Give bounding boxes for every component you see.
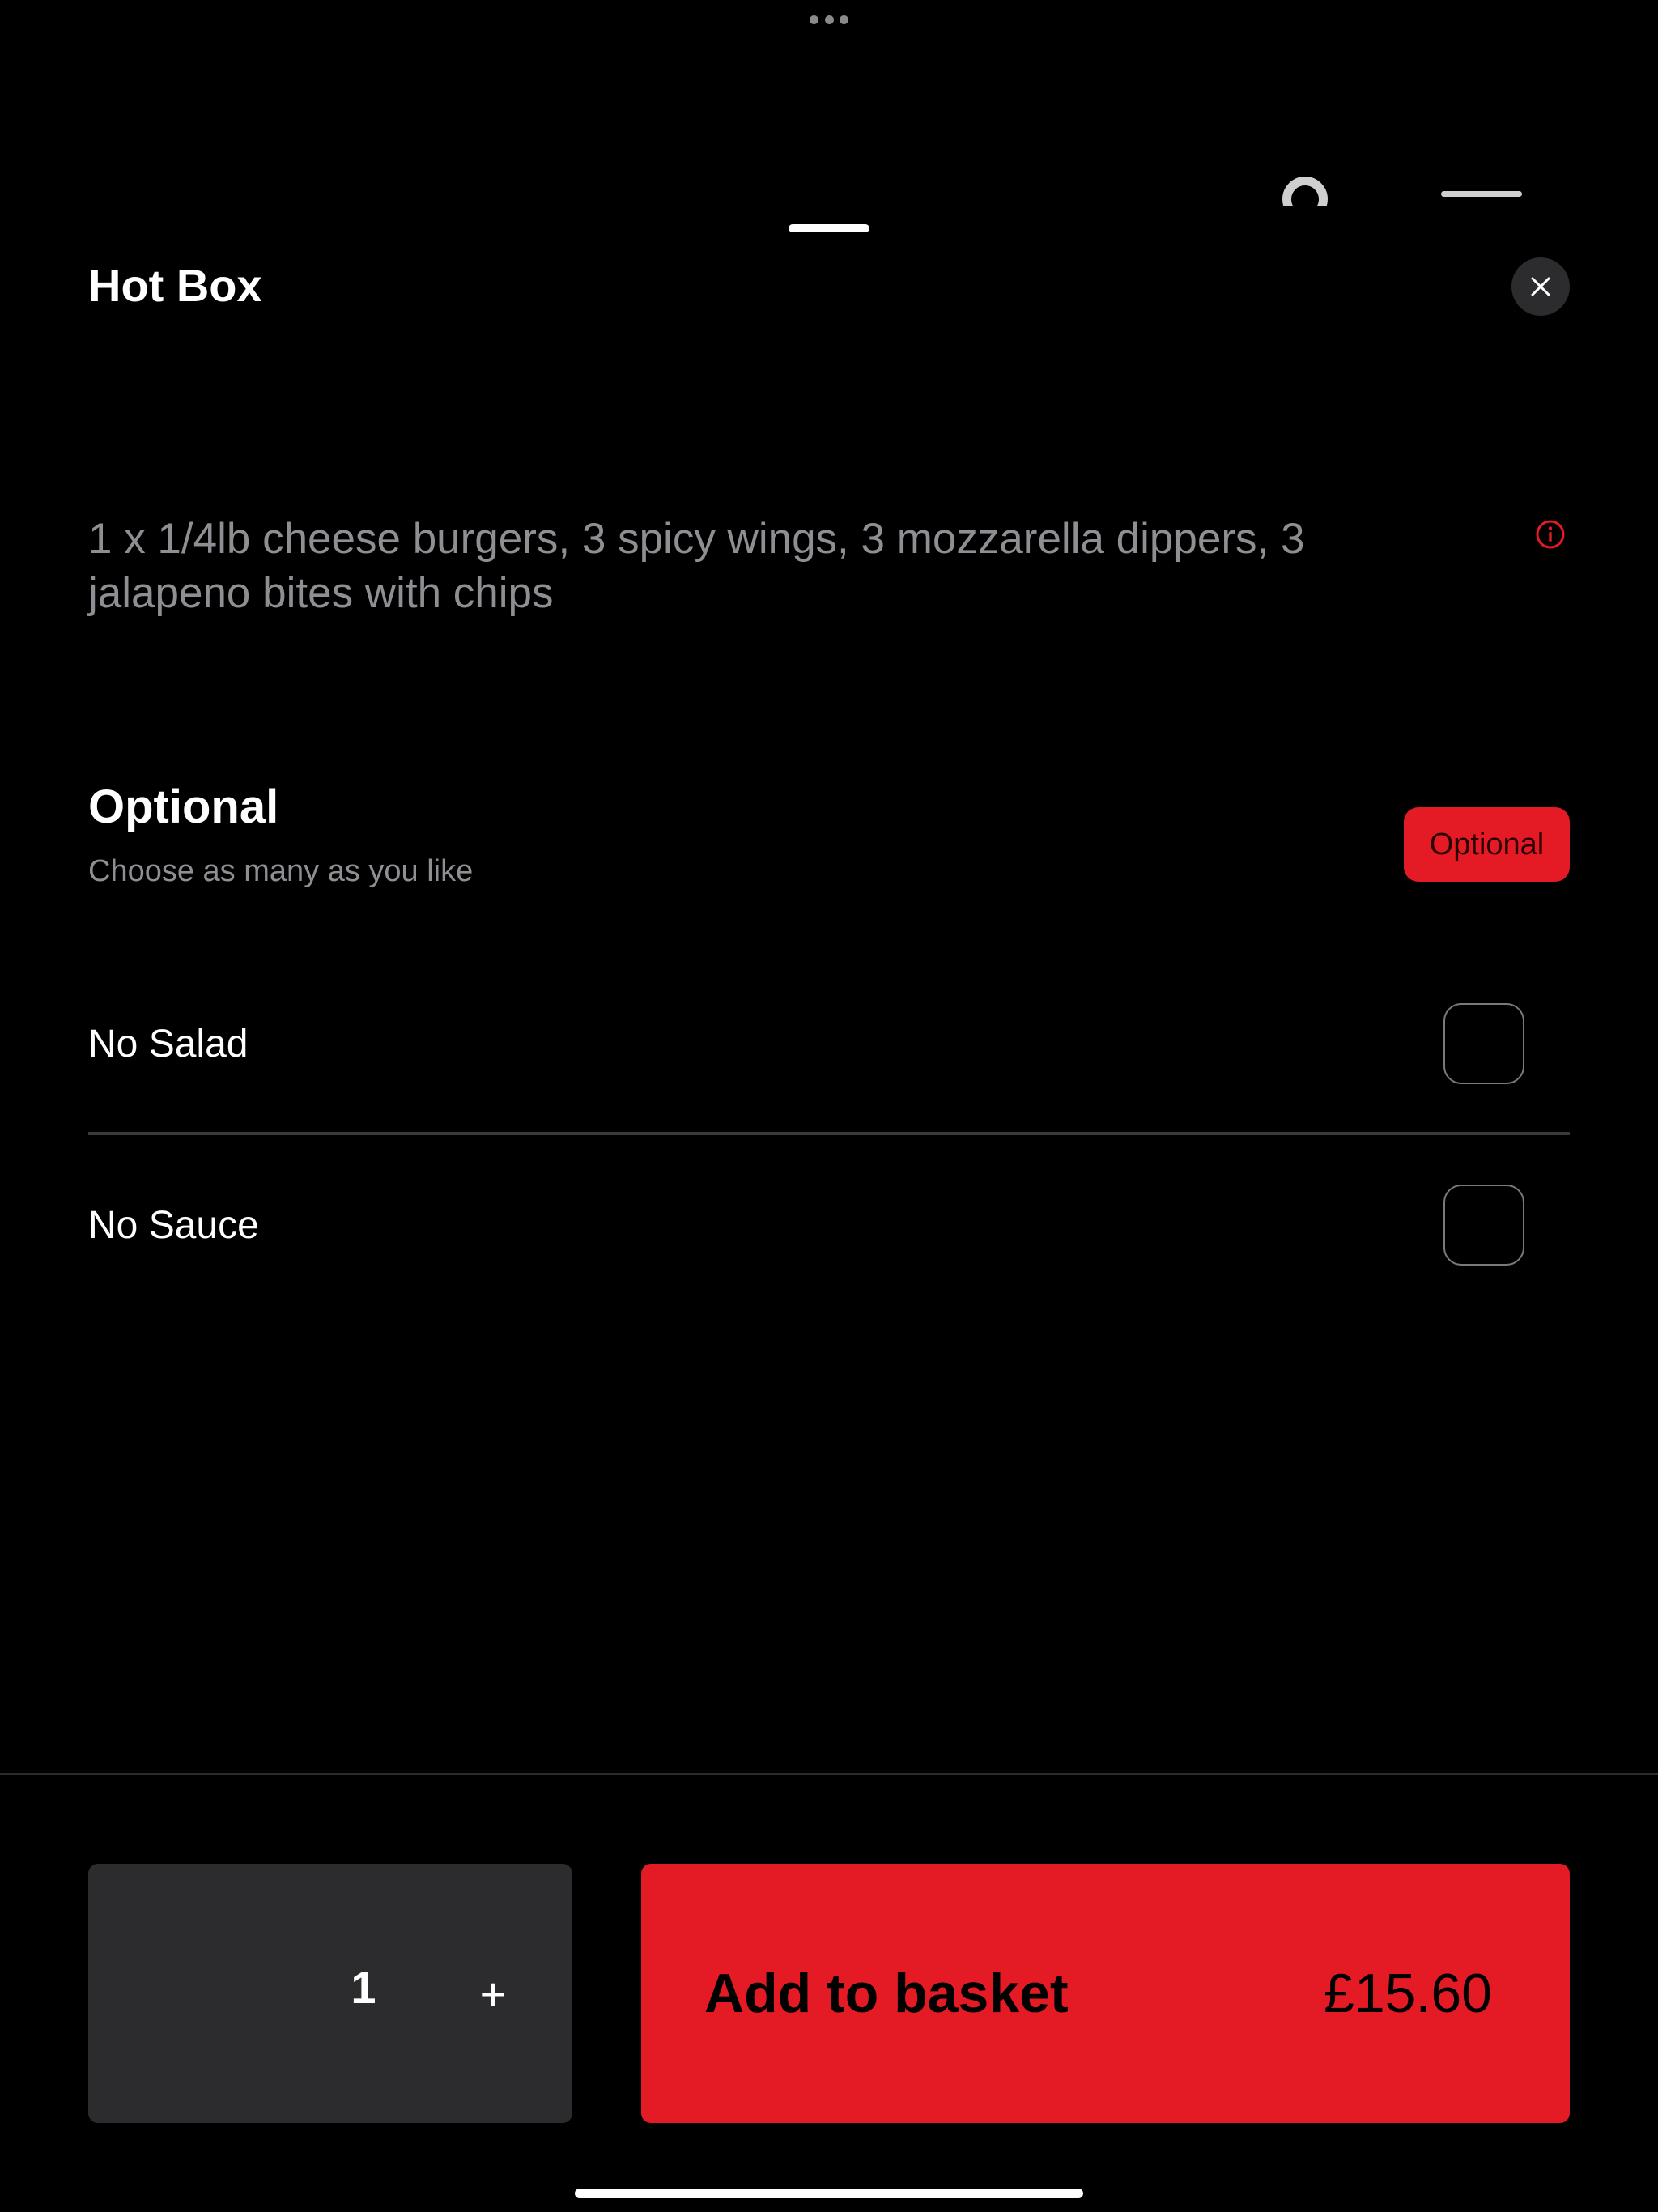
- home-indicator[interactable]: [575, 2189, 1083, 2198]
- multitasking-dots-icon[interactable]: [810, 13, 848, 26]
- close-icon: [1531, 277, 1550, 296]
- info-icon[interactable]: [1535, 519, 1566, 550]
- option-label: No Salad: [88, 1022, 249, 1066]
- quantity-value: 1: [351, 1962, 376, 2013]
- no-sauce-checkbox[interactable]: [1443, 1185, 1524, 1266]
- option-row-no-salad[interactable]: No Salad: [88, 1003, 1570, 1084]
- item-description: 1 x 1/4lb cheese burgers, 3 spicy wings,…: [88, 515, 1305, 617]
- app-screen: DeNiro's Pizza Barnsley Hot Box 1 x 1/4l…: [0, 0, 1658, 2212]
- add-to-basket-button[interactable]: Add to basket £15.60: [641, 1864, 1570, 2123]
- no-salad-checkbox[interactable]: [1443, 1003, 1524, 1084]
- close-button[interactable]: [1511, 257, 1570, 316]
- option-divider: [88, 1132, 1570, 1135]
- item-title: Hot Box: [88, 260, 262, 311]
- sheet-grabber[interactable]: [789, 224, 869, 232]
- add-to-basket-label: Add to basket: [704, 1963, 1069, 2024]
- item-price: £15.60: [1324, 1963, 1492, 2024]
- section-subtitle: Choose as many as you like: [88, 854, 474, 888]
- optional-badge: Optional: [1404, 807, 1570, 882]
- quantity-stepper: 1 +: [88, 1864, 572, 2123]
- increment-button[interactable]: +: [453, 1953, 534, 2034]
- footer-divider: [0, 1773, 1658, 1775]
- option-label: No Sauce: [88, 1203, 259, 1247]
- section-title: Optional: [88, 781, 279, 833]
- option-row-no-sauce[interactable]: No Sauce: [88, 1185, 1570, 1266]
